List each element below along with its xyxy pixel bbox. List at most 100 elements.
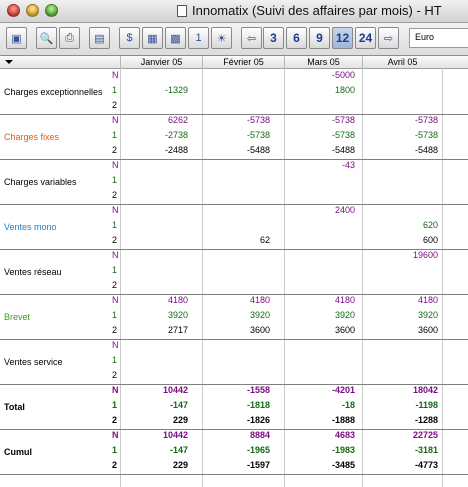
table-cell[interactable]: -1888: [285, 415, 355, 425]
table-cell[interactable]: 10442: [118, 430, 188, 440]
row-sub-label: N: [112, 160, 119, 170]
layout-icon[interactable]: ▣: [6, 27, 27, 49]
row-label: Ventes service: [4, 357, 63, 367]
table-cell[interactable]: 620: [368, 220, 438, 230]
table-cell[interactable]: -5488: [368, 145, 438, 155]
table-cell[interactable]: -1983: [285, 445, 355, 455]
row-sub-label: N: [112, 250, 119, 260]
title-bar: Innomatix (Suivi des affaires par mois) …: [0, 0, 468, 23]
minimize-window-button[interactable]: [26, 4, 39, 17]
table-cell[interactable]: 4180: [118, 295, 188, 305]
calendar-icon[interactable]: 1: [188, 27, 209, 49]
column-header-fevrier[interactable]: Février 05: [202, 56, 284, 68]
page-3-button[interactable]: 3: [263, 27, 284, 49]
table-cell[interactable]: 4180: [368, 295, 438, 305]
table-cell[interactable]: -4201: [285, 385, 355, 395]
table-cell[interactable]: 3600: [285, 325, 355, 335]
zoom-window-button[interactable]: [45, 4, 58, 17]
table-cell[interactable]: 6262: [118, 115, 188, 125]
table-cell[interactable]: 4683: [285, 430, 355, 440]
table-cell[interactable]: -5738: [368, 115, 438, 125]
money-bag-icon[interactable]: $: [119, 27, 140, 49]
table-cell[interactable]: 2400: [285, 205, 355, 215]
table-cell[interactable]: 1800: [285, 85, 355, 95]
previous-arrow-icon[interactable]: ⇦: [241, 27, 262, 49]
close-window-button[interactable]: [7, 4, 20, 17]
page-24-button[interactable]: 24: [355, 27, 376, 49]
table-cell[interactable]: 229: [118, 460, 188, 470]
sort-arrow-icon[interactable]: [5, 60, 13, 64]
table-cell[interactable]: -3181: [368, 445, 438, 455]
table-cell[interactable]: -1826: [200, 415, 270, 425]
table-cell[interactable]: 18042: [368, 385, 438, 395]
table-cell[interactable]: 3600: [200, 325, 270, 335]
table-cell[interactable]: -5488: [200, 145, 270, 155]
table-cell[interactable]: 3600: [368, 325, 438, 335]
page-9-button[interactable]: 9: [309, 27, 330, 49]
table-cell[interactable]: -2488: [118, 145, 188, 155]
table-cell[interactable]: 22725: [368, 430, 438, 440]
preview-icon[interactable]: 🔍: [36, 27, 57, 49]
table-cell[interactable]: -1288: [368, 415, 438, 425]
table-cell[interactable]: -1558: [200, 385, 270, 395]
page-12-button[interactable]: 12: [332, 27, 353, 49]
table-cell[interactable]: 600: [368, 235, 438, 245]
next-arrow-icon[interactable]: ⇨: [378, 27, 399, 49]
sun-icon[interactable]: ☀: [211, 27, 232, 49]
table-cell[interactable]: -147: [118, 445, 188, 455]
table-cell[interactable]: 3920: [118, 310, 188, 320]
table-cell[interactable]: -5738: [285, 130, 355, 140]
table-cell[interactable]: 2717: [118, 325, 188, 335]
table-cell[interactable]: -1198: [368, 400, 438, 410]
table-cell[interactable]: -43: [285, 160, 355, 170]
row-sub-label: 1: [112, 175, 118, 185]
row-sub-label: 2: [112, 190, 118, 200]
table-icon[interactable]: ▩: [165, 27, 186, 49]
report-icon[interactable]: ▤: [89, 27, 110, 49]
table-cell[interactable]: 4180: [200, 295, 270, 305]
row-sub-label: N: [112, 340, 119, 350]
column-divider: [442, 68, 443, 487]
column-header-mars[interactable]: Mars 05: [284, 56, 362, 68]
row-label: Brevet: [4, 312, 31, 322]
toolbar: ▣ 🔍 ⎙ ▤ $ ▦ ▩ 1 ☀ ⇦ 3 6 9 12 24 ⇨ Euro: [0, 23, 468, 56]
table-cell[interactable]: -147: [118, 400, 188, 410]
table-cell[interactable]: -5738: [368, 130, 438, 140]
table-cell[interactable]: -2738: [118, 130, 188, 140]
column-header-janvier[interactable]: Janvier 05: [120, 56, 202, 68]
table-cell[interactable]: -1818: [200, 400, 270, 410]
document-icon: [177, 5, 187, 17]
table-cell[interactable]: -4773: [368, 460, 438, 470]
row-sub-label: 1: [112, 355, 118, 365]
table-cell[interactable]: -5738: [285, 115, 355, 125]
table-cell[interactable]: 10442: [118, 385, 188, 395]
table-cell[interactable]: -5488: [285, 145, 355, 155]
row-divider: [0, 159, 468, 160]
table-cell[interactable]: -5738: [200, 115, 270, 125]
table-cell[interactable]: -1965: [200, 445, 270, 455]
page-6-button[interactable]: 6: [286, 27, 307, 49]
print-icon[interactable]: ⎙: [59, 27, 80, 49]
table-cell[interactable]: -5000: [285, 70, 355, 80]
table-cell[interactable]: 4180: [285, 295, 355, 305]
chart-icon[interactable]: ▦: [142, 27, 163, 49]
currency-field[interactable]: Euro: [409, 28, 468, 48]
table-cell[interactable]: -5738: [200, 130, 270, 140]
table-cell[interactable]: -1597: [200, 460, 270, 470]
table-cell[interactable]: 19600: [368, 250, 438, 260]
row-label: Ventes mono: [4, 222, 57, 232]
row-divider: [0, 204, 468, 205]
row-sub-label: 2: [112, 100, 118, 110]
table-cell[interactable]: -18: [285, 400, 355, 410]
table-cell[interactable]: -3485: [285, 460, 355, 470]
table-cell[interactable]: 3920: [285, 310, 355, 320]
table-cell[interactable]: 62: [200, 235, 270, 245]
column-header-avril[interactable]: Avril 05: [362, 56, 442, 68]
table-cell[interactable]: 8884: [200, 430, 270, 440]
table-cell[interactable]: 3920: [368, 310, 438, 320]
table-cell[interactable]: 229: [118, 415, 188, 425]
row-label: Cumul: [4, 447, 32, 457]
table-cell[interactable]: -1329: [118, 85, 188, 95]
table-cell[interactable]: 3920: [200, 310, 270, 320]
row-label: Charges exceptionnelles: [4, 87, 103, 97]
